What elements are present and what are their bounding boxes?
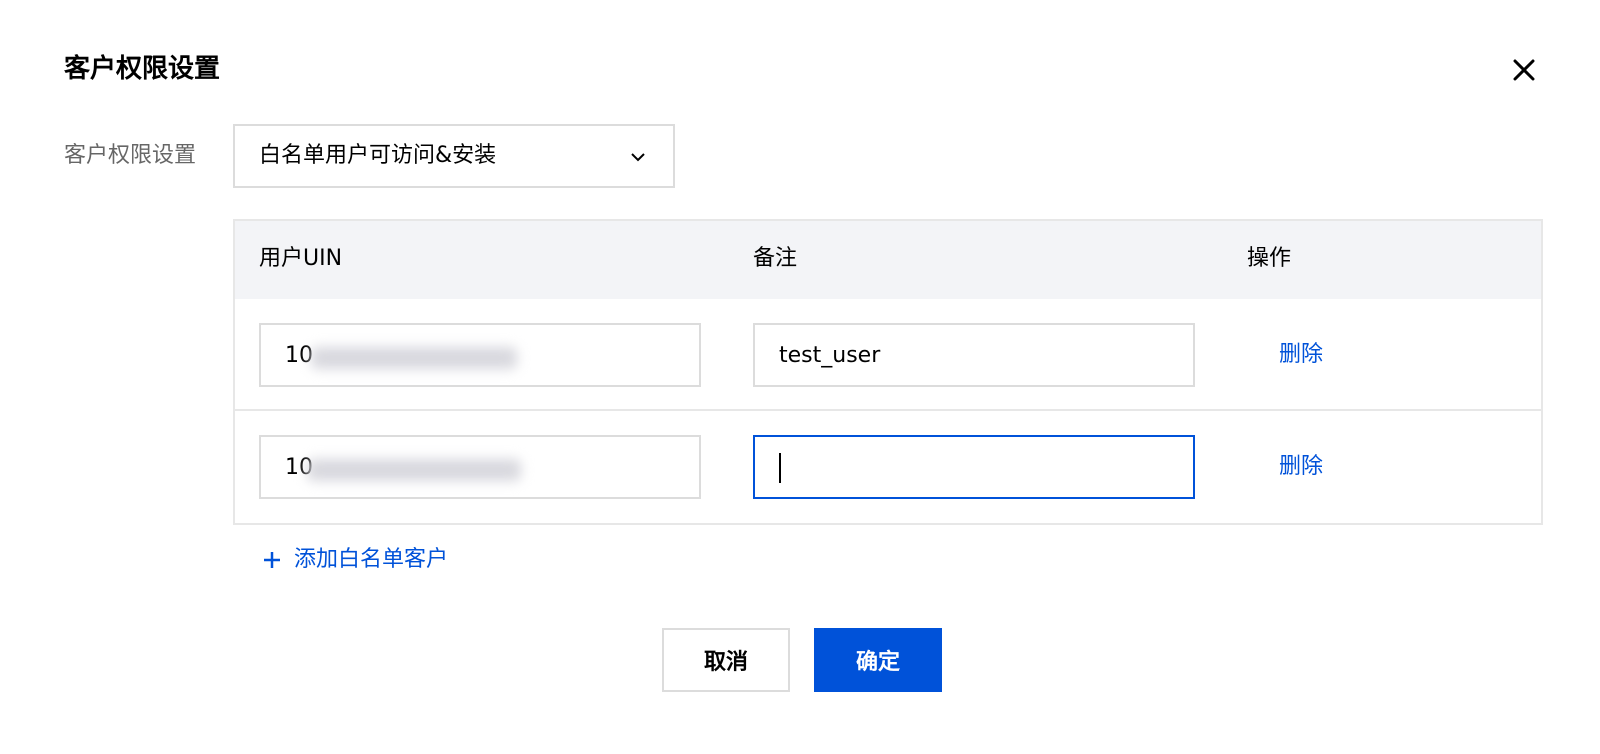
confirm-button[interactable]: 确定 [814, 628, 942, 692]
remark-value: test_user [779, 343, 881, 368]
table-row: 10 删除 [235, 411, 1541, 523]
whitelist-table: 用户UIN 备注 操作 10 test_user 删除 10 删除 [233, 219, 1543, 525]
uin-input[interactable]: 10 [259, 435, 701, 499]
column-header-action: 操作 [1247, 246, 1292, 271]
text-caret [779, 453, 781, 483]
dialog-title: 客户权限设置 [64, 54, 221, 84]
cancel-button[interactable]: 取消 [662, 628, 790, 692]
permission-dialog: 客户权限设置 客户权限设置 白名单用户可访问&安装 用户UIN 备注 操作 10… [0, 0, 1600, 754]
chevron-down-icon [631, 153, 645, 162]
permission-select-value: 白名单用户可访问&安装 [259, 143, 497, 168]
table-header: 用户UIN 备注 操作 [235, 221, 1541, 299]
delete-link[interactable]: 删除 [1279, 339, 1323, 371]
column-header-remark: 备注 [753, 246, 798, 271]
uin-redacted [311, 347, 517, 369]
permission-field-label: 客户权限设置 [64, 143, 197, 168]
add-whitelist-label: 添加白名单客户 [294, 547, 449, 572]
plus-icon [264, 552, 280, 568]
uin-value: 10 [285, 343, 313, 368]
uin-input[interactable]: 10 [259, 323, 701, 387]
add-whitelist-button[interactable]: 添加白名单客户 [262, 543, 448, 577]
column-header-uin: 用户UIN [259, 246, 343, 271]
remark-input-focused[interactable] [753, 435, 1195, 499]
permission-select[interactable]: 白名单用户可访问&安装 [233, 124, 675, 188]
table-row: 10 test_user 删除 [235, 299, 1541, 411]
delete-link[interactable]: 删除 [1279, 451, 1323, 483]
uin-redacted [307, 459, 521, 481]
close-icon[interactable] [1508, 54, 1540, 86]
remark-input[interactable]: test_user [753, 323, 1195, 387]
